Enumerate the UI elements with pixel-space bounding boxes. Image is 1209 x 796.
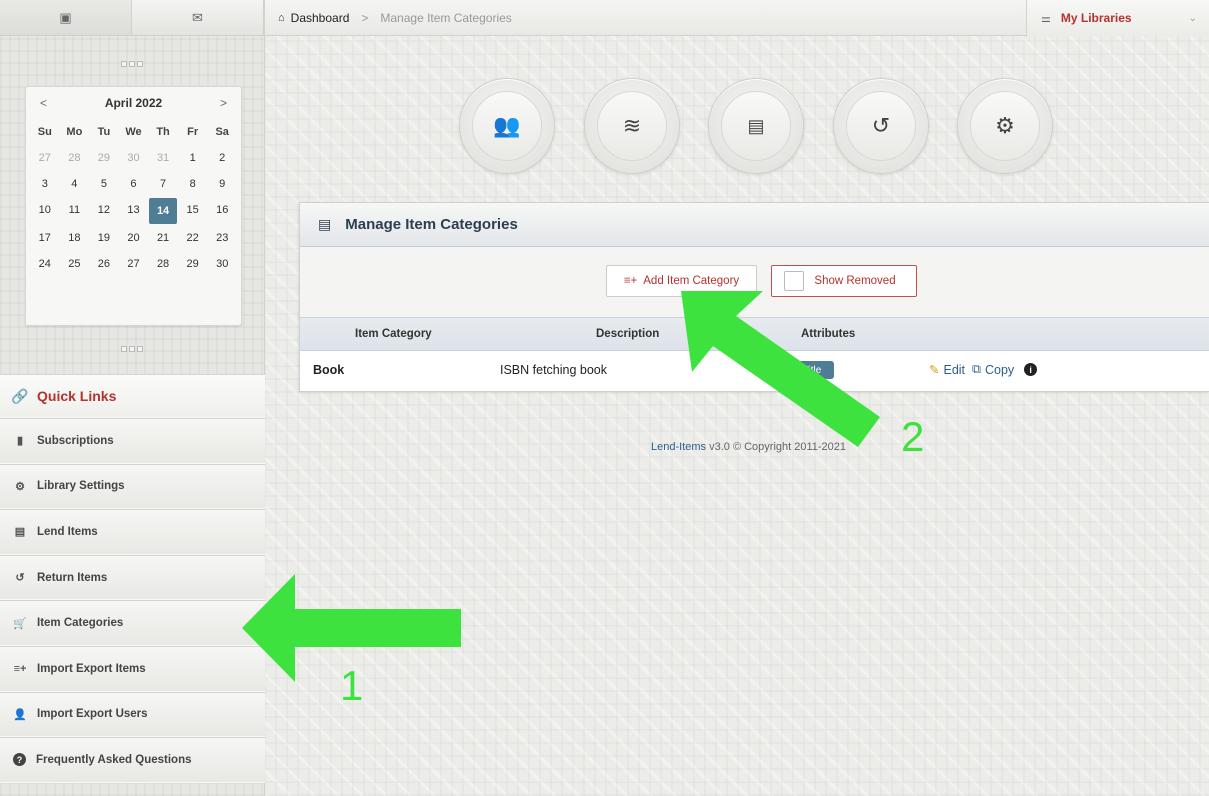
- arrow-2: [681, 291, 880, 447]
- annotation-number-2: 2: [901, 413, 925, 460]
- annotation-overlay: [242, 291, 880, 682]
- annotation-number-1: 1: [340, 662, 364, 709]
